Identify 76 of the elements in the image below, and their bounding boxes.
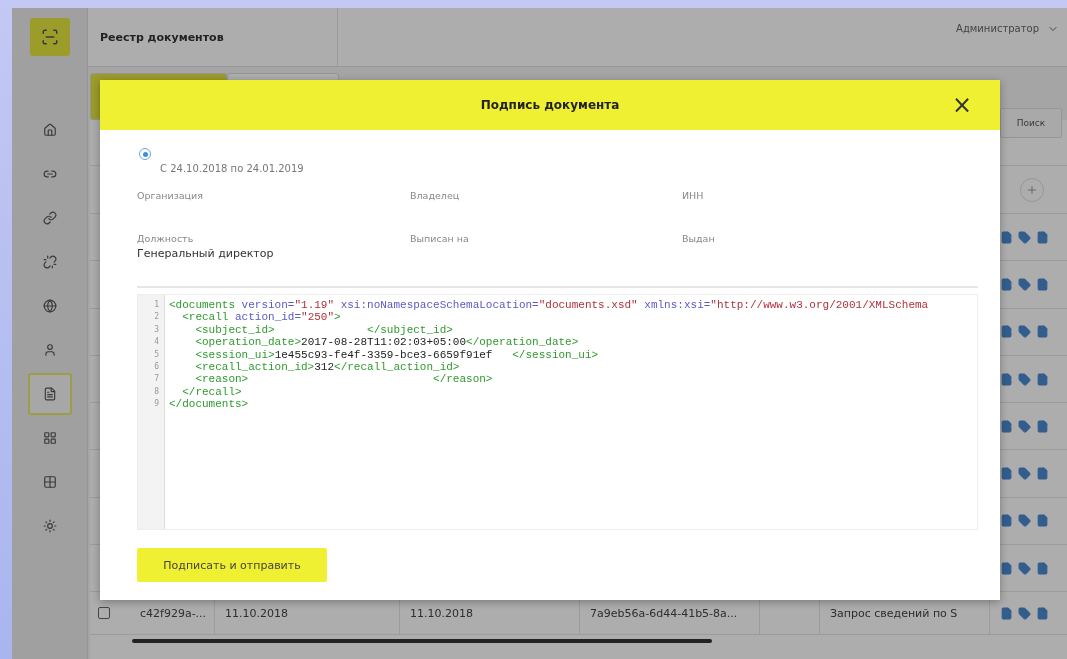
code-line: </documents> [169, 398, 250, 411]
sidebar-item[interactable] [27, 373, 72, 415]
grid-icon [42, 431, 57, 445]
field-label: Выдан [682, 233, 716, 244]
file-icon[interactable] [1036, 230, 1049, 244]
tag-icon[interactable] [1018, 325, 1031, 339]
tag-icon[interactable] [1018, 467, 1031, 481]
certificate-period: С 24.10.2018 по 24.01.2019 [160, 163, 305, 174]
file-icon[interactable] [1036, 277, 1049, 291]
scan-icon [40, 28, 59, 46]
field-label: Выписан на [410, 233, 470, 244]
document-icon [42, 387, 57, 401]
row-checkbox[interactable] [98, 607, 110, 620]
file-icon[interactable] [1000, 277, 1013, 291]
file-icon[interactable] [1000, 419, 1013, 433]
tag-icon[interactable] [1018, 561, 1031, 575]
home-icon [42, 123, 57, 137]
line-number: 8 [153, 385, 160, 398]
file-icon[interactable] [1000, 230, 1013, 244]
file-icon[interactable] [1000, 467, 1013, 481]
file-icon[interactable] [1000, 325, 1013, 339]
file-icon[interactable] [1036, 467, 1049, 481]
dialog-title: Подпись документа [480, 98, 620, 112]
page-title: Реестр документов [88, 8, 338, 66]
line-number: 4 [153, 336, 160, 349]
scrollbar[interactable] [132, 639, 712, 644]
field-label: Организация [137, 190, 204, 201]
file-icon[interactable] [1000, 561, 1013, 575]
plus-icon [1026, 183, 1038, 196]
file-icon[interactable] [1036, 372, 1049, 386]
user-icon [42, 343, 57, 357]
app-logo[interactable] [29, 18, 70, 56]
file-icon[interactable] [1000, 606, 1013, 620]
file-icon[interactable] [1036, 325, 1049, 339]
line-number: 5 [153, 348, 160, 361]
line-number: 2 [153, 311, 160, 324]
file-icon[interactable] [1036, 561, 1049, 575]
code-line: <operation_date>2017-08-28T11:02:03+05:00</operation_date> [194, 336, 580, 349]
line-number: 7 [153, 373, 160, 386]
grid-icon [42, 475, 57, 489]
tag-icon[interactable] [1018, 419, 1031, 433]
link-icon [42, 211, 57, 225]
tag-icon[interactable] [1018, 277, 1031, 291]
settings-icon [42, 519, 57, 533]
user-menu[interactable]: Администратор [956, 23, 1067, 51]
file-icon[interactable] [1000, 372, 1013, 386]
field-value: Генеральный директор [137, 247, 275, 260]
tag-icon[interactable] [1018, 606, 1031, 620]
line-number: 6 [153, 361, 160, 374]
code-line: <recall_action_id>312</recall_action_id> [194, 360, 461, 374]
file-icon[interactable] [1036, 514, 1049, 528]
xml-editor[interactable] [137, 294, 978, 530]
tag-icon[interactable] [1018, 514, 1031, 528]
line-number: 1 [153, 299, 160, 311]
link-icon [42, 167, 57, 181]
field-label: Владелец [410, 190, 461, 201]
link-icon [42, 255, 57, 269]
line-number: 3 [153, 323, 160, 336]
code-line: <reason> </reason> [194, 373, 494, 386]
code-line: <subject_id> </subject_id> [194, 323, 454, 337]
field-label: ИНН [682, 190, 705, 201]
tag-icon[interactable] [1018, 230, 1031, 244]
file-icon[interactable] [1036, 606, 1049, 620]
code-line: <recall action_id="250"> [181, 311, 342, 324]
field-label: Должность [137, 233, 195, 244]
close-button[interactable]: × [951, 93, 972, 117]
code-line: </recall> [181, 385, 243, 399]
search-button[interactable]: Поиск [1000, 108, 1062, 138]
tag-icon[interactable] [1018, 372, 1031, 386]
file-icon[interactable] [1000, 514, 1013, 528]
sign-and-send-button[interactable]: Подписать и отправить [137, 548, 327, 582]
code-line: <session_ui>1e455c93-fe4f-3359-bce3-6659f91ef </session_ui> [194, 348, 600, 361]
file-icon[interactable] [1036, 419, 1049, 433]
code-line: <documents version="1.19" xsi:noNamespaceSchemaLocation="documents.xsd" xmlns:xsi="http://www.w3.org/2001/XMLSchema [169, 299, 930, 312]
globe-icon [42, 299, 57, 313]
line-number: 9 [153, 398, 160, 411]
